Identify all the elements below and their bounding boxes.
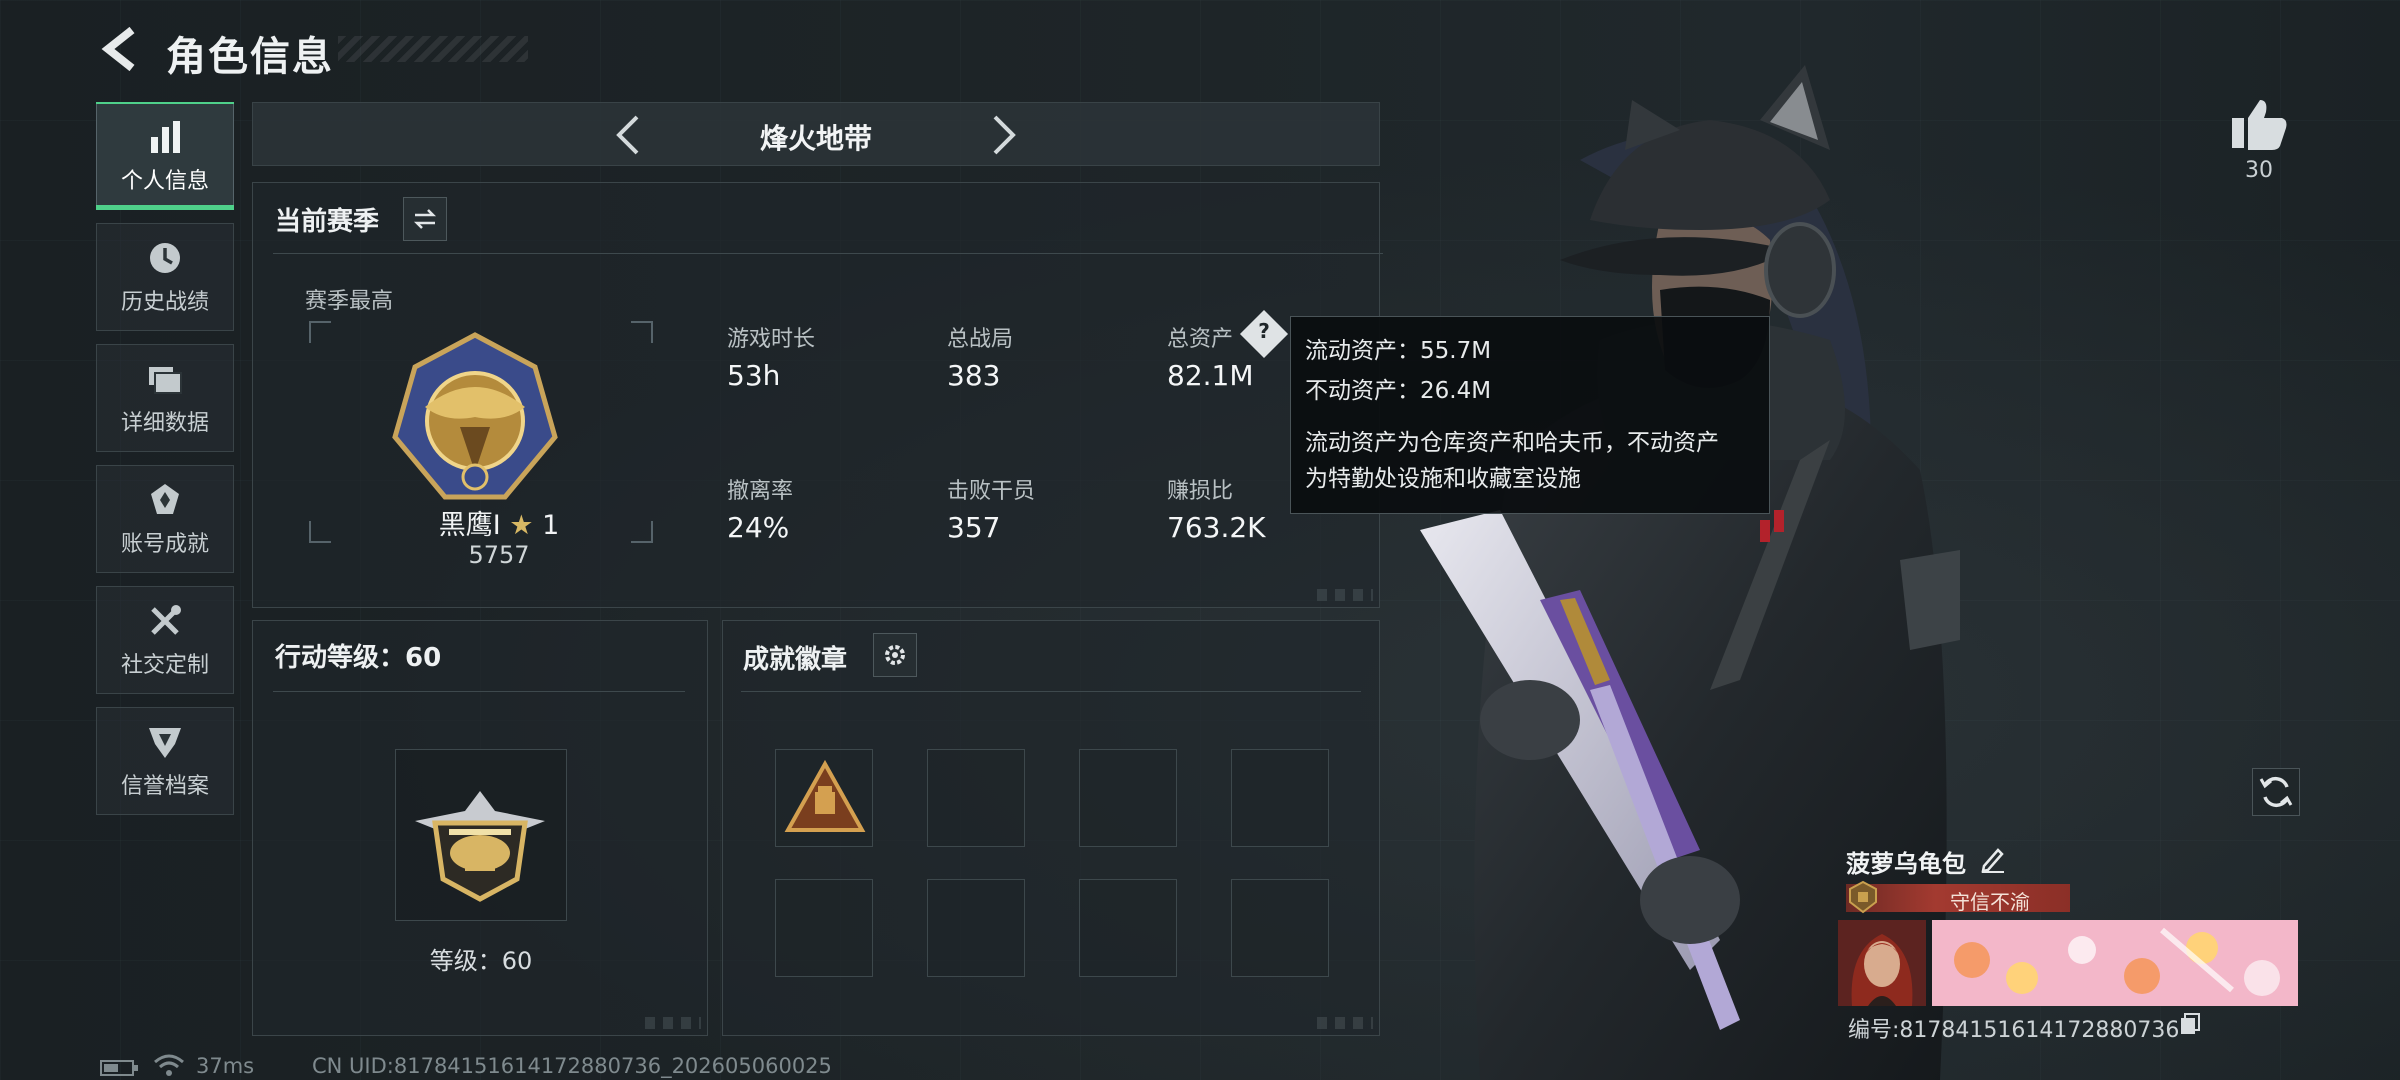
tools-icon [151, 605, 181, 635]
nav-item-label: 个人信息 [120, 169, 209, 194]
side-nav: 个人信息 历史战绩 详细数据 账号成就 社交定制 信誉档案 [96, 102, 234, 828]
corner-decoration [1317, 1017, 1373, 1029]
history-clock-icon [150, 243, 180, 273]
frame-corner [309, 321, 331, 343]
stat-value-playtime: 53h [727, 359, 781, 392]
tooltip-liquid-assets: 流动资产：55.7M [1305, 338, 1492, 364]
achievement-icon [151, 484, 179, 514]
swap-icon [413, 209, 437, 229]
like-count: 30 [2245, 158, 2273, 183]
rank-name: 黑鹰Ⅰ [438, 510, 501, 541]
stat-value-total-assets: 82.1M [1167, 359, 1254, 392]
bar-chart-icon [151, 121, 180, 153]
back-arrow-icon[interactable] [96, 24, 144, 74]
badge-slot-empty[interactable] [775, 879, 873, 977]
rank-points: 5757 [468, 541, 530, 569]
nav-item-credit-record[interactable]: 信誉档案 [96, 707, 234, 815]
avatar[interactable] [1838, 920, 1926, 1006]
ping-value: 37ms [196, 1054, 255, 1078]
page-title: 角色信息 [166, 34, 334, 80]
nav-item-detail-data[interactable]: 详细数据 [96, 344, 234, 452]
cards-icon [149, 367, 182, 394]
action-level-title: 行动等级：60 [275, 643, 442, 673]
nav-item-label: 社交定制 [120, 653, 209, 678]
mode-name: 烽火地带 [759, 122, 872, 155]
season-panel: 当前赛季 赛季最高 黑鹰Ⅰ ★ 1 5757 游戏时长 53h 总战局 383 … [252, 182, 1383, 608]
title-emblem-icon [1849, 880, 1877, 914]
tooltip-description-line-1: 流动资产为仓库资产和哈夫币，不动资产 [1305, 430, 1719, 456]
nav-item-label: 详细数据 [120, 411, 209, 436]
season-panel-title: 当前赛季 [275, 207, 380, 237]
badge-slot-empty[interactable] [927, 749, 1025, 847]
tooltip-fixed-assets: 不动资产：26.4M [1305, 378, 1492, 404]
namecard-banner[interactable] [1932, 920, 2298, 1006]
achievement-badges-title: 成就徽章 [743, 645, 848, 675]
stat-label-total-matches: 总战局 [947, 327, 1014, 352]
badge-slot-empty[interactable] [1231, 749, 1329, 847]
helicopter-emblem-icon [415, 791, 545, 902]
player-id: 编号:81784151614172880736 [1848, 1018, 2180, 1043]
chevron-left-icon[interactable] [605, 111, 653, 159]
divider [273, 691, 685, 692]
stat-label-total-assets: 总资产 [1167, 327, 1234, 352]
nav-item-social-custom[interactable]: 社交定制 [96, 586, 234, 694]
uid-text: CN UID:81784151614172880736_202605060025 [312, 1054, 832, 1078]
stat-value-profit-loss: 763.2K [1167, 511, 1266, 544]
edit-pencil-icon[interactable] [1978, 844, 2008, 874]
player-name: 菠萝乌龟包 [1846, 850, 1966, 878]
star-icon: ★ [509, 510, 534, 541]
divider [741, 691, 1361, 692]
season-best-label: 赛季最高 [305, 289, 394, 314]
stat-value-total-matches: 383 [947, 359, 1001, 392]
stat-label-profit-loss: 赚损比 [1167, 479, 1234, 504]
divider [273, 253, 1383, 254]
level-text: 等级：60 [429, 947, 533, 975]
battery-icon [100, 1060, 138, 1076]
wifi-icon [154, 1054, 184, 1076]
frame-corner [309, 521, 331, 543]
frame-corner [631, 521, 653, 543]
nav-item-personal-info[interactable]: 个人信息 [96, 102, 234, 210]
corner-decoration [1317, 589, 1373, 601]
level-panel: 行动等级：60 等级：60 [252, 620, 708, 1036]
badge-settings-button[interactable] [873, 633, 917, 677]
credit-shield-icon [149, 728, 181, 758]
rank-medal-icon [392, 332, 558, 500]
badge-slot-empty[interactable] [1231, 879, 1329, 977]
nav-item-label: 历史战绩 [120, 290, 209, 315]
badge-slot[interactable] [775, 749, 873, 847]
stat-value-operators-killed: 357 [947, 511, 1001, 544]
stat-value-extract-rate: 24% [727, 511, 790, 544]
badge-slot-empty[interactable] [1079, 879, 1177, 977]
nav-item-label: 信誉档案 [120, 774, 209, 799]
rank-stars: 1 [542, 510, 560, 541]
assets-tooltip: 流动资产：55.7M 不动资产：26.4M 流动资产为仓库资产和哈夫币，不动资产… [1290, 316, 1770, 514]
tooltip-description-line-2: 为特勤处设施和收藏室设施 [1305, 466, 1581, 492]
nav-item-label: 账号成就 [120, 532, 209, 557]
supply-triangle-badge-icon [784, 759, 866, 832]
rotate-model-button[interactable] [2252, 768, 2300, 816]
switch-season-button[interactable] [403, 197, 447, 241]
title-decoration [338, 36, 528, 62]
copy-icon[interactable] [2178, 1012, 2202, 1036]
nav-item-history[interactable]: 历史战绩 [96, 223, 234, 331]
player-title: 守信不渝 [1950, 890, 2030, 914]
rotate-icon [2259, 776, 2293, 808]
nav-item-achievements[interactable]: 账号成就 [96, 465, 234, 573]
chevron-right-icon[interactable] [979, 111, 1027, 159]
thumbs-up-icon[interactable] [2228, 96, 2290, 152]
corner-decoration [645, 1017, 701, 1029]
stat-label-extract-rate: 撤离率 [727, 479, 794, 504]
stat-label-operators-killed: 击败干员 [947, 479, 1036, 504]
badge-slot-empty[interactable] [927, 879, 1025, 977]
help-icon-glyph: ? [1258, 319, 1270, 343]
badge-slot-empty[interactable] [1079, 749, 1177, 847]
stat-label-playtime: 游戏时长 [727, 327, 816, 352]
gear-icon [885, 645, 905, 665]
season-selector: 烽火地带 [252, 102, 1380, 166]
rank-name-row: 黑鹰Ⅰ ★ 1 [399, 503, 599, 542]
frame-corner [631, 321, 653, 343]
achievement-badges-panel: 成就徽章 [722, 620, 1380, 1036]
